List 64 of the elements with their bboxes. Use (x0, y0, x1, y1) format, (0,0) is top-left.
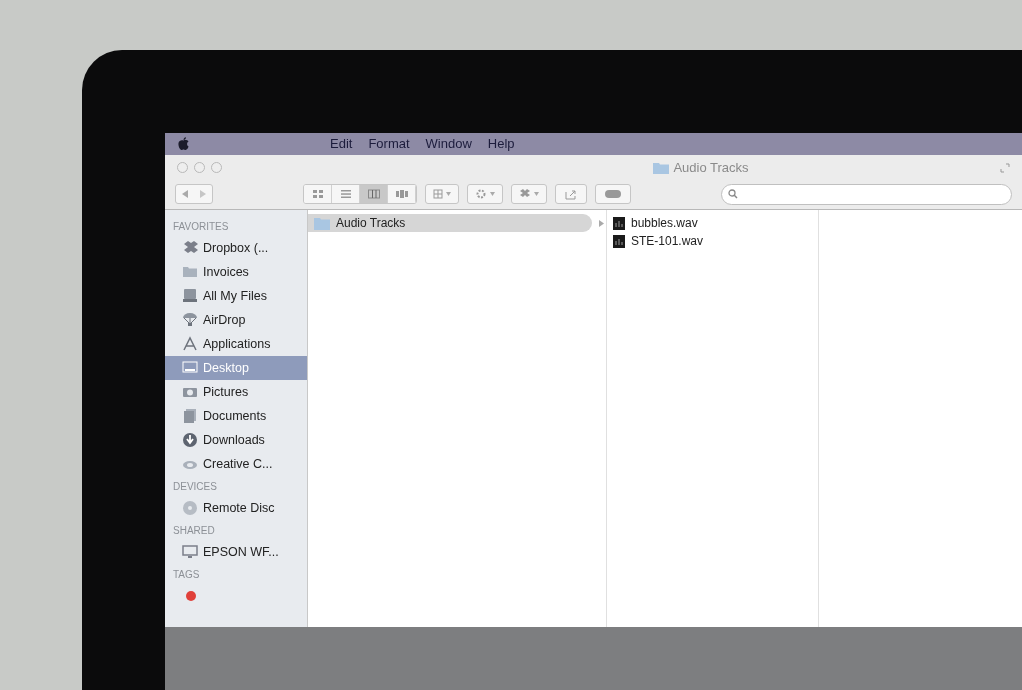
fullscreen-icon[interactable] (1000, 162, 1010, 173)
forward-arrow-icon[interactable] (199, 190, 206, 198)
monitor-icon (182, 544, 198, 560)
download-icon (182, 432, 198, 448)
minimize-button[interactable] (194, 162, 205, 173)
sidebar-heading: DEVICES (172, 480, 218, 494)
zoom-button[interactable] (211, 162, 222, 173)
sidebar-item[interactable]: All My Files (165, 284, 307, 308)
view-mode-control[interactable] (303, 184, 417, 204)
tag-button[interactable] (595, 184, 631, 204)
sidebar-heading: TAGS (172, 568, 201, 582)
file-row[interactable]: bubbles.wav (607, 214, 804, 232)
list-view-icon (339, 189, 352, 199)
sidebar-heading: SHARED (172, 524, 216, 538)
close-button[interactable] (177, 162, 188, 173)
audio-file-icon (613, 234, 625, 248)
drawer-icon (182, 288, 198, 304)
sidebar-item[interactable]: Downloads (165, 428, 307, 452)
icons-view-icon (311, 189, 324, 199)
sidebar-heading: FAVORITES (172, 220, 230, 234)
window-title: Audio Tracks (673, 158, 749, 177)
view-mode-button[interactable] (304, 185, 332, 203)
folder-icon (314, 216, 330, 230)
tag-icon (605, 190, 621, 198)
sidebar-item[interactable]: Invoices (165, 260, 307, 284)
coverflow-view-icon (395, 189, 408, 199)
columns-view-icon (367, 189, 380, 199)
caret-icon (490, 192, 495, 196)
sidebar-item[interactable]: Remote Disc (165, 496, 307, 520)
sidebar-item[interactable]: Documents (165, 404, 307, 428)
menu-item[interactable]: Format (368, 134, 410, 154)
disc-icon (182, 500, 198, 516)
search-icon (728, 189, 738, 199)
menu-item[interactable]: Edit (330, 134, 353, 154)
action-button[interactable] (467, 184, 503, 204)
sidebar-item[interactable]: EPSON WF... (165, 540, 307, 564)
disclosure-arrow-icon (599, 219, 604, 227)
back-arrow-icon[interactable] (182, 190, 189, 198)
folder-icon (182, 264, 198, 280)
caret-icon (534, 192, 539, 196)
compass-drawing-icon (182, 336, 198, 352)
share-icon (565, 188, 577, 200)
sidebar-item[interactable]: Pictures (165, 380, 307, 404)
sidebar-item[interactable]: AirDrop (165, 308, 307, 332)
parachute-icon (182, 312, 198, 328)
folder-icon (653, 161, 670, 174)
desktop-icon (182, 360, 198, 376)
arrange-button[interactable] (425, 184, 459, 204)
grid-icon (433, 189, 443, 199)
caret-icon (446, 192, 451, 196)
menu-item[interactable]: Window (425, 134, 472, 154)
file-row[interactable]: STE-101.wav (607, 232, 804, 250)
share-button[interactable] (555, 184, 587, 204)
documents-icon (182, 408, 198, 424)
sidebar-item[interactable]: Applications (165, 332, 307, 356)
back-forward-button[interactable] (175, 184, 213, 204)
sidebar-item[interactable]: Creative C... (165, 452, 307, 476)
dropbox-button[interactable] (511, 184, 547, 204)
menu-item[interactable]: Help (487, 134, 515, 154)
apple-logo-icon[interactable] (177, 137, 190, 151)
search-field[interactable] (721, 183, 1012, 205)
view-mode-button[interactable] (360, 185, 388, 203)
audio-file-icon (613, 216, 625, 230)
sidebar-item[interactable]: Dropbox (... (165, 236, 307, 260)
